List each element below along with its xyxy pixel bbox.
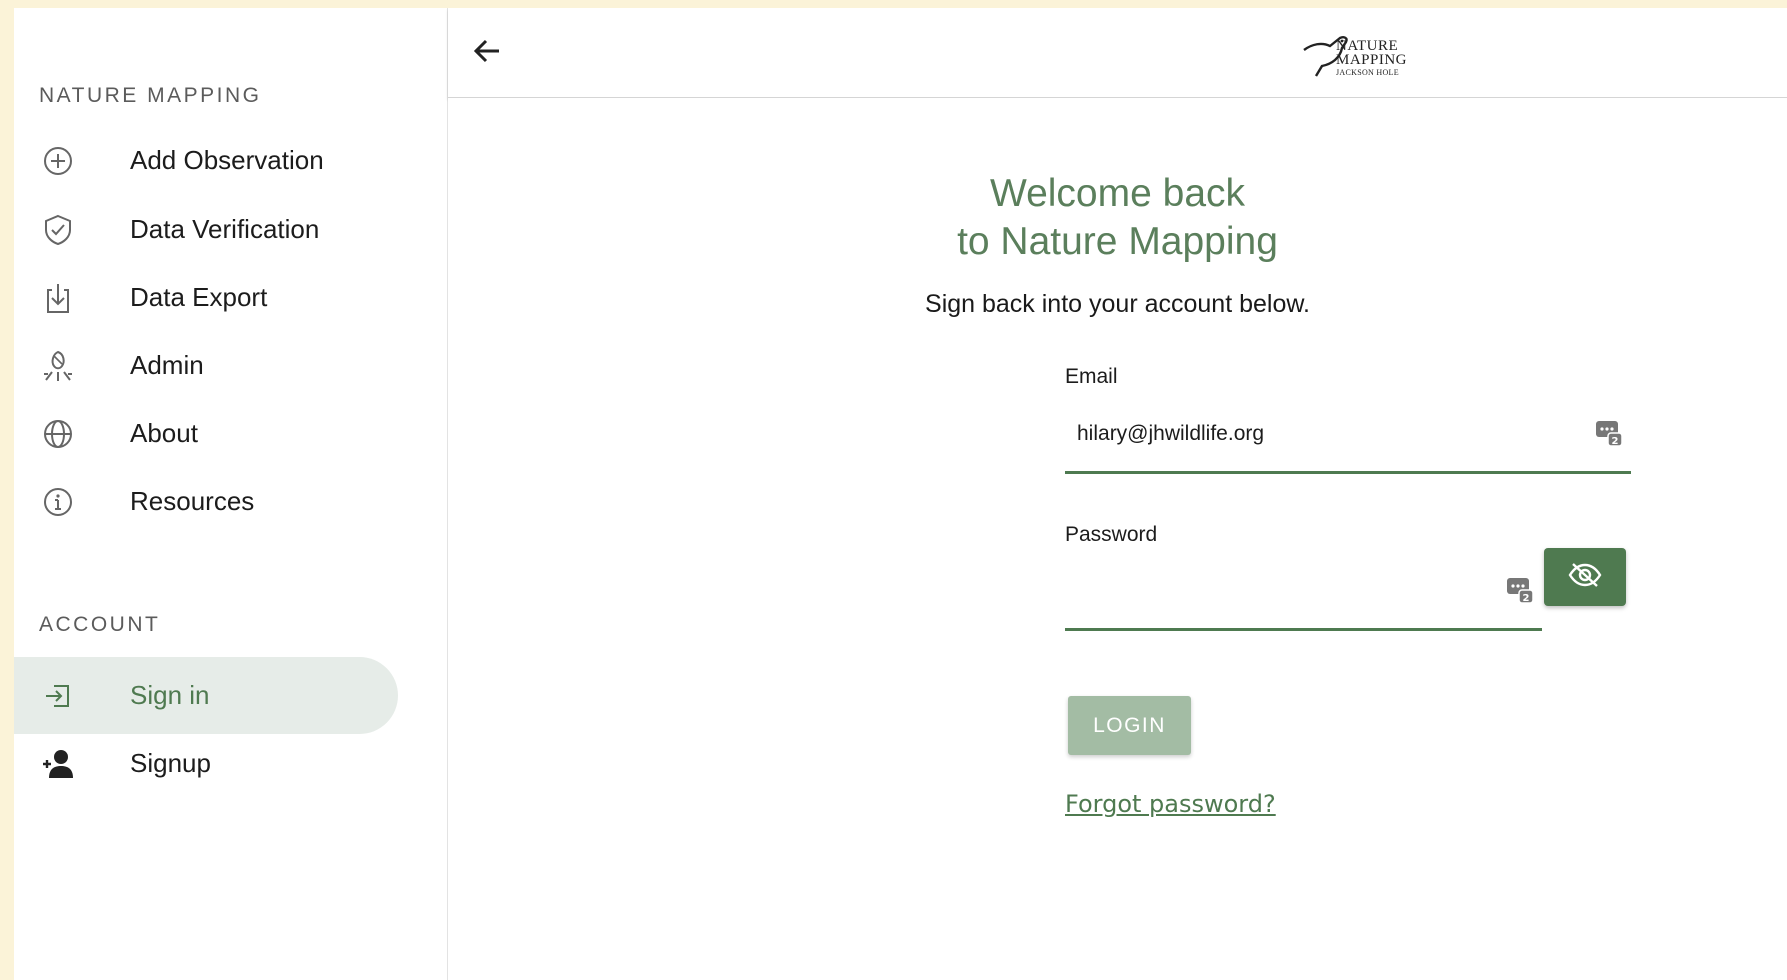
forgot-password-link[interactable]: Forgot password? — [1065, 790, 1276, 818]
password-field[interactable] — [1077, 573, 1517, 609]
logo-line-2: MAPPING — [1336, 52, 1408, 68]
sidebar-item-label: Data Export — [130, 282, 268, 312]
sign-in-icon — [40, 678, 76, 714]
sidebar-item-label: Sign in — [130, 680, 210, 710]
email-field[interactable] — [1077, 416, 1517, 452]
sidebar-item-data-export[interactable]: Data Export — [14, 259, 398, 336]
sidebar: NATURE MAPPING Add Observation Data Veri… — [14, 8, 448, 980]
globe-icon — [40, 416, 76, 452]
sidebar-item-signup[interactable]: Signup — [14, 725, 398, 802]
svg-text:2: 2 — [1612, 436, 1619, 447]
sidebar-item-label: Data Verification — [130, 214, 320, 244]
back-button[interactable] — [466, 32, 508, 74]
download-icon — [40, 280, 76, 316]
toggle-password-visibility-button[interactable] — [1544, 548, 1626, 606]
welcome-line-2: to Nature Mapping — [957, 220, 1278, 263]
eye-off-icon — [1568, 562, 1602, 593]
svg-text:2: 2 — [1523, 593, 1530, 604]
nature-mapping-logo: NATURE MAPPING JACKSON HOLE — [1302, 26, 1422, 84]
password-field-container: 2 — [1065, 551, 1542, 631]
password-label: Password — [1065, 523, 1158, 546]
sidebar-item-data-verification[interactable]: Data Verification — [14, 191, 398, 268]
sidebar-item-label: Resources — [130, 486, 255, 516]
login-content: Welcome back to Nature Mapping Sign back… — [448, 98, 1787, 980]
sidebar-item-sign-in[interactable]: Sign in — [14, 657, 398, 734]
email-field-container: 2 — [1065, 394, 1631, 474]
sidebar-section-title: NATURE MAPPING — [39, 84, 262, 107]
plus-circle-icon — [40, 143, 76, 179]
arrow-left-icon — [471, 35, 503, 72]
sidebar-item-label: About — [130, 418, 198, 448]
logo-line-3: JACKSON HOLE — [1336, 68, 1399, 77]
sidebar-item-add-observation[interactable]: Add Observation — [14, 122, 398, 199]
top-app-bar: NATURE MAPPING JACKSON HOLE — [448, 8, 1787, 98]
account-section-title: ACCOUNT — [39, 613, 161, 636]
shield-check-icon — [40, 212, 76, 248]
person-add-icon — [40, 746, 76, 782]
welcome-line-1: Welcome back — [989, 172, 1246, 215]
sidebar-item-resources[interactable]: Resources — [14, 463, 398, 540]
sidebar-item-label: Signup — [130, 748, 211, 778]
app-frame: NATURE MAPPING Add Observation Data Veri… — [14, 8, 1787, 980]
password-manager-icon[interactable]: 2 — [1594, 418, 1624, 448]
email-label: Email — [1065, 365, 1118, 388]
admin-icon — [40, 348, 76, 384]
password-manager-icon[interactable]: 2 — [1505, 575, 1535, 605]
sidebar-item-admin[interactable]: Admin — [14, 327, 398, 404]
sidebar-item-label: Admin — [130, 350, 204, 380]
page-subtitle: Sign back into your account below. — [925, 290, 1310, 318]
sidebar-item-label: Add Observation — [130, 145, 324, 175]
login-button[interactable]: LOGIN — [1068, 696, 1191, 755]
sidebar-item-about[interactable]: About — [14, 395, 398, 472]
info-icon — [40, 484, 76, 520]
welcome-heading: Welcome back to Nature Mapping — [448, 170, 1787, 266]
